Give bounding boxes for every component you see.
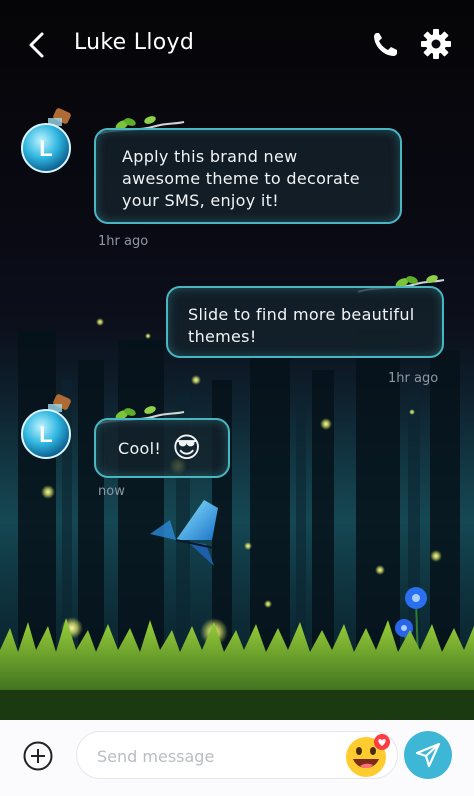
message-bubble-incoming[interactable]: Apply this brand new awesome theme to de… xyxy=(94,128,402,224)
message-text-line: awesome theme to decorate xyxy=(122,169,360,188)
avatar-letter: L xyxy=(39,422,52,447)
message-timestamp: now xyxy=(98,484,125,499)
message-bubble-outgoing[interactable]: Slide to find more beautiful themes! xyxy=(166,286,444,358)
send-button[interactable] xyxy=(404,731,452,779)
message-text-line: Apply this brand new xyxy=(122,147,298,166)
message-input[interactable] xyxy=(95,744,339,768)
message-text-line: your SMS, enjoy it! xyxy=(122,191,279,210)
message-timestamp: 1hr ago xyxy=(98,234,149,249)
avatar[interactable]: L xyxy=(18,394,78,460)
message-text: Cool! xyxy=(118,439,162,458)
avatar[interactable]: L xyxy=(18,108,78,174)
sunglasses-emoji-icon: 😎 xyxy=(172,431,202,464)
message-timestamp: 1hr ago xyxy=(388,371,439,386)
chat-screen: Luke Lloyd L Apply this brand new awesom… xyxy=(0,0,474,796)
emoji-sticker-icon[interactable] xyxy=(344,733,392,779)
back-arrow-icon[interactable] xyxy=(22,28,52,62)
paper-plane-icon xyxy=(415,742,441,768)
avatar-letter: L xyxy=(39,136,52,161)
message-text-line: themes! xyxy=(188,327,257,346)
phone-icon[interactable] xyxy=(370,30,402,60)
chat-header: Luke Lloyd xyxy=(0,0,474,90)
add-attachment-icon[interactable] xyxy=(22,740,54,772)
contact-name[interactable]: Luke Lloyd xyxy=(74,30,194,55)
message-bubble-incoming[interactable]: Cool! 😎 xyxy=(94,418,230,478)
message-text-line: Slide to find more beautiful xyxy=(188,305,415,324)
gear-icon[interactable] xyxy=(420,28,452,60)
